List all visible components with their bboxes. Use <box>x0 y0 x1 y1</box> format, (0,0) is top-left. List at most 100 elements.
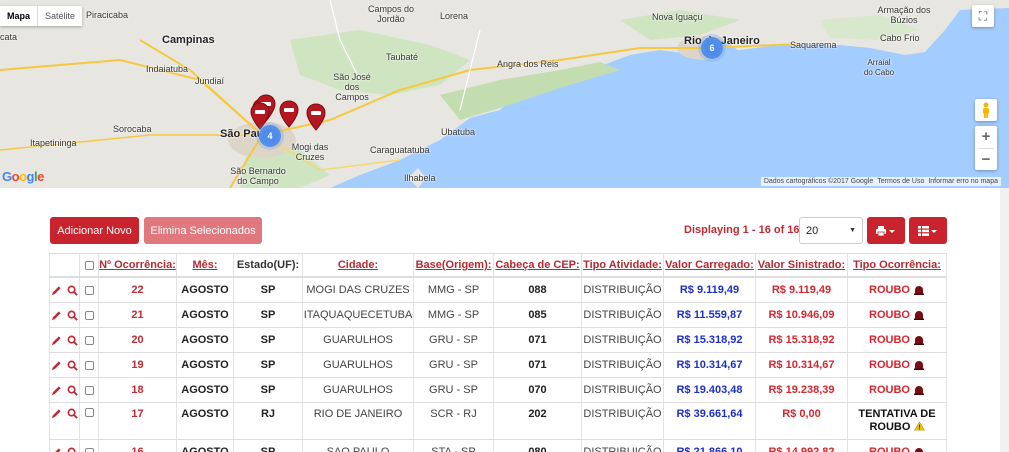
search-icon[interactable] <box>67 408 78 419</box>
cell-num: 16 <box>98 440 176 452</box>
cell-sinistrado: R$ 0,00 <box>755 403 847 439</box>
header-actions <box>49 254 79 276</box>
map-marker-icon[interactable] <box>306 103 326 131</box>
cell-base: MMG - SP <box>413 303 493 327</box>
map-type-mapa[interactable]: Mapa <box>0 6 37 26</box>
table-row[interactable]: 20 AGOSTO SP GUARULHOS GRU - SP 071 DISTRIBUIÇ… <box>49 328 947 353</box>
cell-base: GRU - SP <box>413 328 493 352</box>
table-row[interactable]: 18 AGOSTO SP GUARULHOS GRU - SP 070 DISTRIBUIÇ… <box>49 378 947 403</box>
map-label: Piracicaba <box>86 10 129 20</box>
row-select <box>79 278 98 302</box>
map-marker-icon[interactable] <box>279 100 299 128</box>
map-label: cata <box>0 32 18 42</box>
row-actions <box>49 353 79 377</box>
map-cluster[interactable]: 6 <box>701 37 723 59</box>
cell-tipo: TENTATIVA DE ROUBO <box>847 403 947 439</box>
scrollbar[interactable] <box>1000 188 1009 452</box>
search-icon[interactable] <box>67 447 78 452</box>
header-num[interactable]: Nº Ocorrência: <box>98 254 176 276</box>
zoom-out-button[interactable]: − <box>975 149 997 171</box>
cell-mes: AGOSTO <box>176 440 233 452</box>
map-panel[interactable]: Mapa Satélite Piracicaba cata Campinas I… <box>0 0 1009 188</box>
header-mes[interactable]: Mês: <box>176 254 233 276</box>
cell-num: 20 <box>98 328 176 352</box>
row-checkbox[interactable] <box>84 285 94 295</box>
row-checkbox[interactable] <box>84 385 94 395</box>
row-actions <box>49 440 79 452</box>
search-icon[interactable] <box>67 335 78 346</box>
row-checkbox[interactable] <box>84 310 94 320</box>
edit-icon[interactable] <box>51 360 62 371</box>
header-atividade[interactable]: Tipo Atividade: <box>581 254 663 276</box>
columns-button[interactable] <box>909 217 947 244</box>
map-label: Arraial do Cabo <box>863 58 895 77</box>
fullscreen-icon: ⛶ <box>978 8 988 23</box>
map-type-toggle: Mapa Satélite <box>0 6 83 26</box>
map-type-satellite[interactable]: Satélite <box>37 6 82 26</box>
occurrences-table: Nº Ocorrência: Mês: Estado(UF): Cidade: … <box>49 253 947 452</box>
map-cluster[interactable]: 4 <box>259 125 281 147</box>
table-row[interactable]: 19 AGOSTO SP GUARULHOS GRU - SP 071 DISTRIBUIÇ… <box>49 353 947 378</box>
table-row[interactable]: 17 AGOSTO RJ RIO DE JANEIRO SCR - RJ 202 DISTR… <box>49 403 947 440</box>
table-header: Nº Ocorrência: Mês: Estado(UF): Cidade: … <box>49 253 947 278</box>
list-icon <box>918 225 937 236</box>
edit-icon[interactable] <box>51 385 62 396</box>
map-label: Caraguatatuba <box>370 145 430 155</box>
map-attribution: Dados cartográficos ©2017 Google Termos … <box>760 177 1001 186</box>
row-actions <box>49 303 79 327</box>
street-view-button[interactable] <box>975 99 997 121</box>
select-all-checkbox[interactable] <box>84 260 94 270</box>
table-row[interactable]: 22 AGOSTO SP MOGI DAS CRUZES MMG - SP 088 DIST… <box>49 278 947 303</box>
header-carregado[interactable]: Valor Carregado: <box>663 254 755 276</box>
zoom-in-button[interactable]: + <box>975 126 997 148</box>
map-label: Campos do Jordão <box>367 4 415 24</box>
search-icon[interactable] <box>67 360 78 371</box>
map-label: Lorena <box>440 11 469 21</box>
map-label: Saquarema <box>790 40 837 50</box>
print-button[interactable] <box>867 217 905 244</box>
row-actions <box>49 378 79 402</box>
edit-icon[interactable] <box>51 285 62 296</box>
row-checkbox[interactable] <box>84 408 94 417</box>
cell-tipo: ROUBO <box>847 328 947 352</box>
report-error-link[interactable]: Informar erro no mapa <box>928 178 998 185</box>
edit-icon[interactable] <box>51 447 62 452</box>
search-icon[interactable] <box>67 385 78 396</box>
cell-cidade: GUARULHOS <box>302 353 413 377</box>
cell-atividade: DISTRIBUIÇÃO <box>581 440 663 452</box>
pegman-icon <box>983 102 989 118</box>
delete-selected-button[interactable]: Elimina Selecionados <box>144 217 262 244</box>
cell-cep: 071 <box>493 353 581 377</box>
row-actions <box>49 403 79 439</box>
row-checkbox[interactable] <box>84 335 94 345</box>
header-sinistrado[interactable]: Valor Sinistrado: <box>755 254 847 276</box>
row-checkbox[interactable] <box>84 360 94 370</box>
header-base[interactable]: Base(Origem): <box>413 254 493 276</box>
edit-icon[interactable] <box>51 335 62 346</box>
page-size-select[interactable]: 20 ▼ <box>799 217 863 244</box>
cell-sinistrado: R$ 19.238,39 <box>755 378 847 402</box>
search-icon[interactable] <box>67 285 78 296</box>
cell-mes: AGOSTO <box>176 353 233 377</box>
cell-base: GRU - SP <box>413 353 493 377</box>
cell-tipo: ROUBO <box>847 278 947 302</box>
row-checkbox[interactable] <box>84 447 94 452</box>
terms-link[interactable]: Termos de Uso <box>877 178 924 185</box>
edit-icon[interactable] <box>51 310 62 321</box>
fullscreen-button[interactable]: ⛶ <box>972 5 994 27</box>
table-row[interactable]: 16 AGOSTO SP SAO PAULO STA - SP 080 DISTRIBUIÇ… <box>49 440 947 452</box>
page-size-value: 20 <box>806 224 819 237</box>
search-icon[interactable] <box>67 310 78 321</box>
add-new-button[interactable]: Adicionar Novo <box>50 217 139 244</box>
header-cep[interactable]: Cabeça de CEP: <box>493 254 581 276</box>
table-row[interactable]: 21 AGOSTO SP ITAQUAQUECETUBA MMG - SP 085 DIST… <box>49 303 947 328</box>
cell-cidade: GUARULHOS <box>302 378 413 402</box>
map-label: Cabo Frio <box>880 33 920 43</box>
cell-cidade: GUARULHOS <box>302 328 413 352</box>
cell-uf: SP <box>233 328 302 352</box>
siren-icon <box>913 386 924 395</box>
edit-icon[interactable] <box>51 408 62 419</box>
cell-mes: AGOSTO <box>176 303 233 327</box>
header-tipo[interactable]: Tipo Ocorrência: <box>847 254 947 276</box>
header-cidade[interactable]: Cidade: <box>302 254 413 276</box>
